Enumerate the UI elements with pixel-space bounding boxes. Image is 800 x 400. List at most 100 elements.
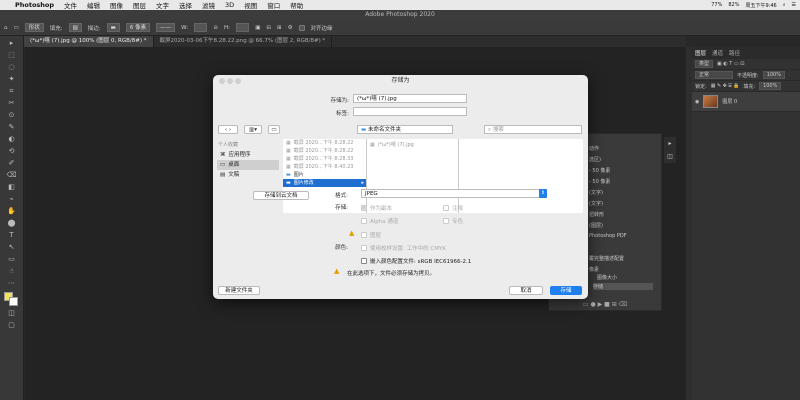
history-item-selected[interactable]: 存储 — [593, 283, 653, 290]
more-tools-icon[interactable]: ⋯ — [5, 278, 19, 288]
save-to-cloud-button[interactable]: 存储到云文档 — [253, 191, 309, 200]
gradient-tool-icon[interactable]: ◧ — [5, 182, 19, 192]
align-edges-checkbox[interactable] — [298, 24, 305, 31]
menu-view[interactable]: 视图 — [239, 0, 262, 10]
folder-action-icon[interactable]: ▭ — [268, 125, 280, 134]
tab-paths[interactable]: 路径 — [729, 49, 740, 57]
menu-image[interactable]: 图像 — [105, 0, 128, 10]
quick-mask-icon[interactable]: ◫ — [5, 308, 19, 318]
history-item[interactable]: 图像大小 — [597, 274, 617, 281]
history-item[interactable]: - 50 像素 — [589, 178, 610, 185]
layer-kind-filter[interactable]: 类型 — [695, 60, 714, 68]
wifi-status[interactable]: 82% — [728, 2, 739, 8]
eraser-tool-icon[interactable]: ⌫ — [5, 170, 19, 180]
format-select[interactable]: JPEG — [361, 189, 546, 198]
history-item[interactable]: 像素 — [589, 266, 599, 273]
crop-tool-icon[interactable]: ⌗ — [5, 86, 19, 96]
eye-icon[interactable]: ◉ — [695, 99, 699, 105]
folder-item-selected[interactable]: ▬ 图片修改 ▸ — [283, 179, 366, 187]
menu-filter[interactable]: 滤镜 — [197, 0, 220, 10]
path-ops-icon[interactable]: ▣ — [255, 25, 260, 31]
tab-channels[interactable]: 通道 — [712, 49, 723, 57]
history-item[interactable]: 扭转形 — [589, 211, 604, 218]
home-icon[interactable]: ⌂ — [4, 25, 8, 31]
search-input[interactable]: ⌕ 搜索 — [484, 125, 582, 134]
history-item[interactable]: (图层) — [589, 222, 603, 229]
folder-item[interactable]: ▬ 图片 — [283, 171, 366, 179]
menu-layer[interactable]: 图层 — [128, 0, 151, 10]
filter-icons[interactable]: ▣ ◐ T ▭ ⊡ — [717, 61, 744, 67]
height-input[interactable] — [235, 23, 250, 32]
history-item[interactable]: - 50 像素 — [589, 167, 610, 174]
zoom-icon[interactable] — [235, 78, 241, 84]
stroke-size-input[interactable]: 6 像素 — [125, 23, 151, 32]
menu-help[interactable]: 帮助 — [285, 0, 308, 10]
dodge-tool-icon[interactable]: ⬤ — [5, 218, 19, 228]
close-icon[interactable] — [219, 78, 225, 84]
history-item[interactable]: 选区) — [589, 156, 601, 163]
tab-doc-2[interactable]: 截屏2020-03-06下午8.28.22.png @ 66.7% (图层 2,… — [154, 36, 333, 47]
lasso-tool-icon[interactable]: ◌ — [5, 62, 19, 72]
search-icon[interactable]: ⌕ — [783, 2, 786, 8]
history-item[interactable]: (文字) — [589, 200, 603, 207]
history-item[interactable]: 动作 — [589, 145, 599, 152]
stroke-type-select[interactable]: —— — [156, 23, 176, 32]
stroke-swatch[interactable]: ▬ — [106, 23, 120, 32]
opacity-input[interactable]: 100% — [762, 71, 785, 79]
screen-mode-icon[interactable]: ▢ — [5, 320, 19, 330]
file-item[interactable]: ▦ 截屏 2020...下午 8.28.22 — [283, 147, 366, 155]
back-forward-buttons[interactable]: ‹ › — [218, 125, 238, 134]
fill-swatch[interactable]: ▨ — [68, 23, 82, 32]
location-select[interactable]: ▬ 未命名文件夹 — [357, 125, 453, 134]
history-item[interactable]: (文字) — [589, 189, 603, 196]
hand-pan-tool-icon[interactable]: ☝ — [5, 266, 19, 276]
lock-icons[interactable]: ▦ ✎ ✥ ⌸ 🔒 — [711, 83, 740, 89]
history-panel-icons[interactable]: ▸ ◫ — [664, 137, 676, 163]
type-tool-icon[interactable]: T — [5, 230, 19, 240]
hand-tool-icon[interactable]: ✋ — [5, 206, 19, 216]
eyedropper-tool-icon[interactable]: ⊙ — [5, 110, 19, 120]
minimize-icon[interactable] — [227, 78, 233, 84]
clock[interactable]: 周五下午9:46 — [745, 2, 776, 9]
width-input[interactable] — [194, 23, 208, 32]
menu-type[interactable]: 文字 — [151, 0, 174, 10]
sidebar-item-desktop[interactable]: ▭ 桌面 — [217, 160, 279, 170]
filename-input[interactable]: (*ω*)嘻 (7).jpg — [353, 94, 467, 103]
magic-wand-tool-icon[interactable]: ✦ — [5, 74, 19, 84]
tab-doc-1[interactable]: (*ω*)嘻 (7).jpg @ 100% (图层 0, RGB/8#) * — [24, 36, 154, 47]
save-button[interactable]: 存储 — [550, 286, 582, 295]
stamp-tool-icon[interactable]: ◐ — [5, 134, 19, 144]
menu-app-name[interactable]: Photoshop — [10, 1, 59, 9]
file-item[interactable]: ▦ (*ω*)嘻 (7).jpg — [367, 141, 458, 149]
layer-name[interactable]: 图层 0 — [722, 98, 737, 105]
pencil-tool-icon[interactable]: ✐ — [5, 158, 19, 168]
history-item[interactable]: 覆完整描述配置 — [589, 255, 624, 262]
battery-status[interactable]: 77% — [711, 2, 722, 8]
chevron-updown-icon[interactable]: ⇕ — [539, 189, 547, 198]
menu-select[interactable]: 选择 — [174, 0, 197, 10]
background-color-swatch[interactable] — [9, 297, 18, 306]
layer-fill-input[interactable]: 100% — [759, 82, 782, 90]
sidebar-item-documents[interactable]: ▤ 文稿 — [217, 170, 279, 180]
embed-icc-checkbox[interactable]: 嵌入颜色配置文件: sRGB IEC61966-2.1 — [361, 257, 471, 265]
shape-tool-icon[interactable]: ▭ — [14, 25, 19, 31]
menu-3d[interactable]: 3D — [220, 1, 239, 9]
move-tool-icon[interactable]: ▸ — [5, 38, 19, 48]
history-item[interactable]: Photoshop PDF — [589, 233, 627, 239]
menu-window[interactable]: 窗口 — [262, 0, 285, 10]
file-item[interactable]: ▦ 截屏 2020...下午 8.28.33 — [283, 155, 366, 163]
tags-input[interactable] — [353, 107, 467, 116]
layer-row[interactable]: ◉ 图层 0 — [692, 92, 800, 112]
sidebar-item-applications[interactable]: ⌘ 应用程序 — [217, 150, 279, 160]
cancel-button[interactable]: 取消 — [509, 286, 543, 295]
slice-tool-icon[interactable]: ✂ — [5, 98, 19, 108]
marquee-tool-icon[interactable]: ⬚ — [5, 50, 19, 60]
tab-layers[interactable]: 图层 — [695, 49, 706, 57]
path-select-tool-icon[interactable]: ↖ — [5, 242, 19, 252]
link-icon[interactable]: ⊝ — [213, 25, 218, 31]
view-mode-icon[interactable]: ▥▾ — [244, 125, 262, 134]
menu-file[interactable]: 文件 — [59, 0, 82, 10]
file-item[interactable]: ▦ 截屏 2020...下午 8.28.22 — [283, 139, 366, 147]
menu-edit[interactable]: 编辑 — [82, 0, 105, 10]
file-item[interactable]: ▦ 截屏 2020...下午 8.40.23 — [283, 163, 366, 171]
